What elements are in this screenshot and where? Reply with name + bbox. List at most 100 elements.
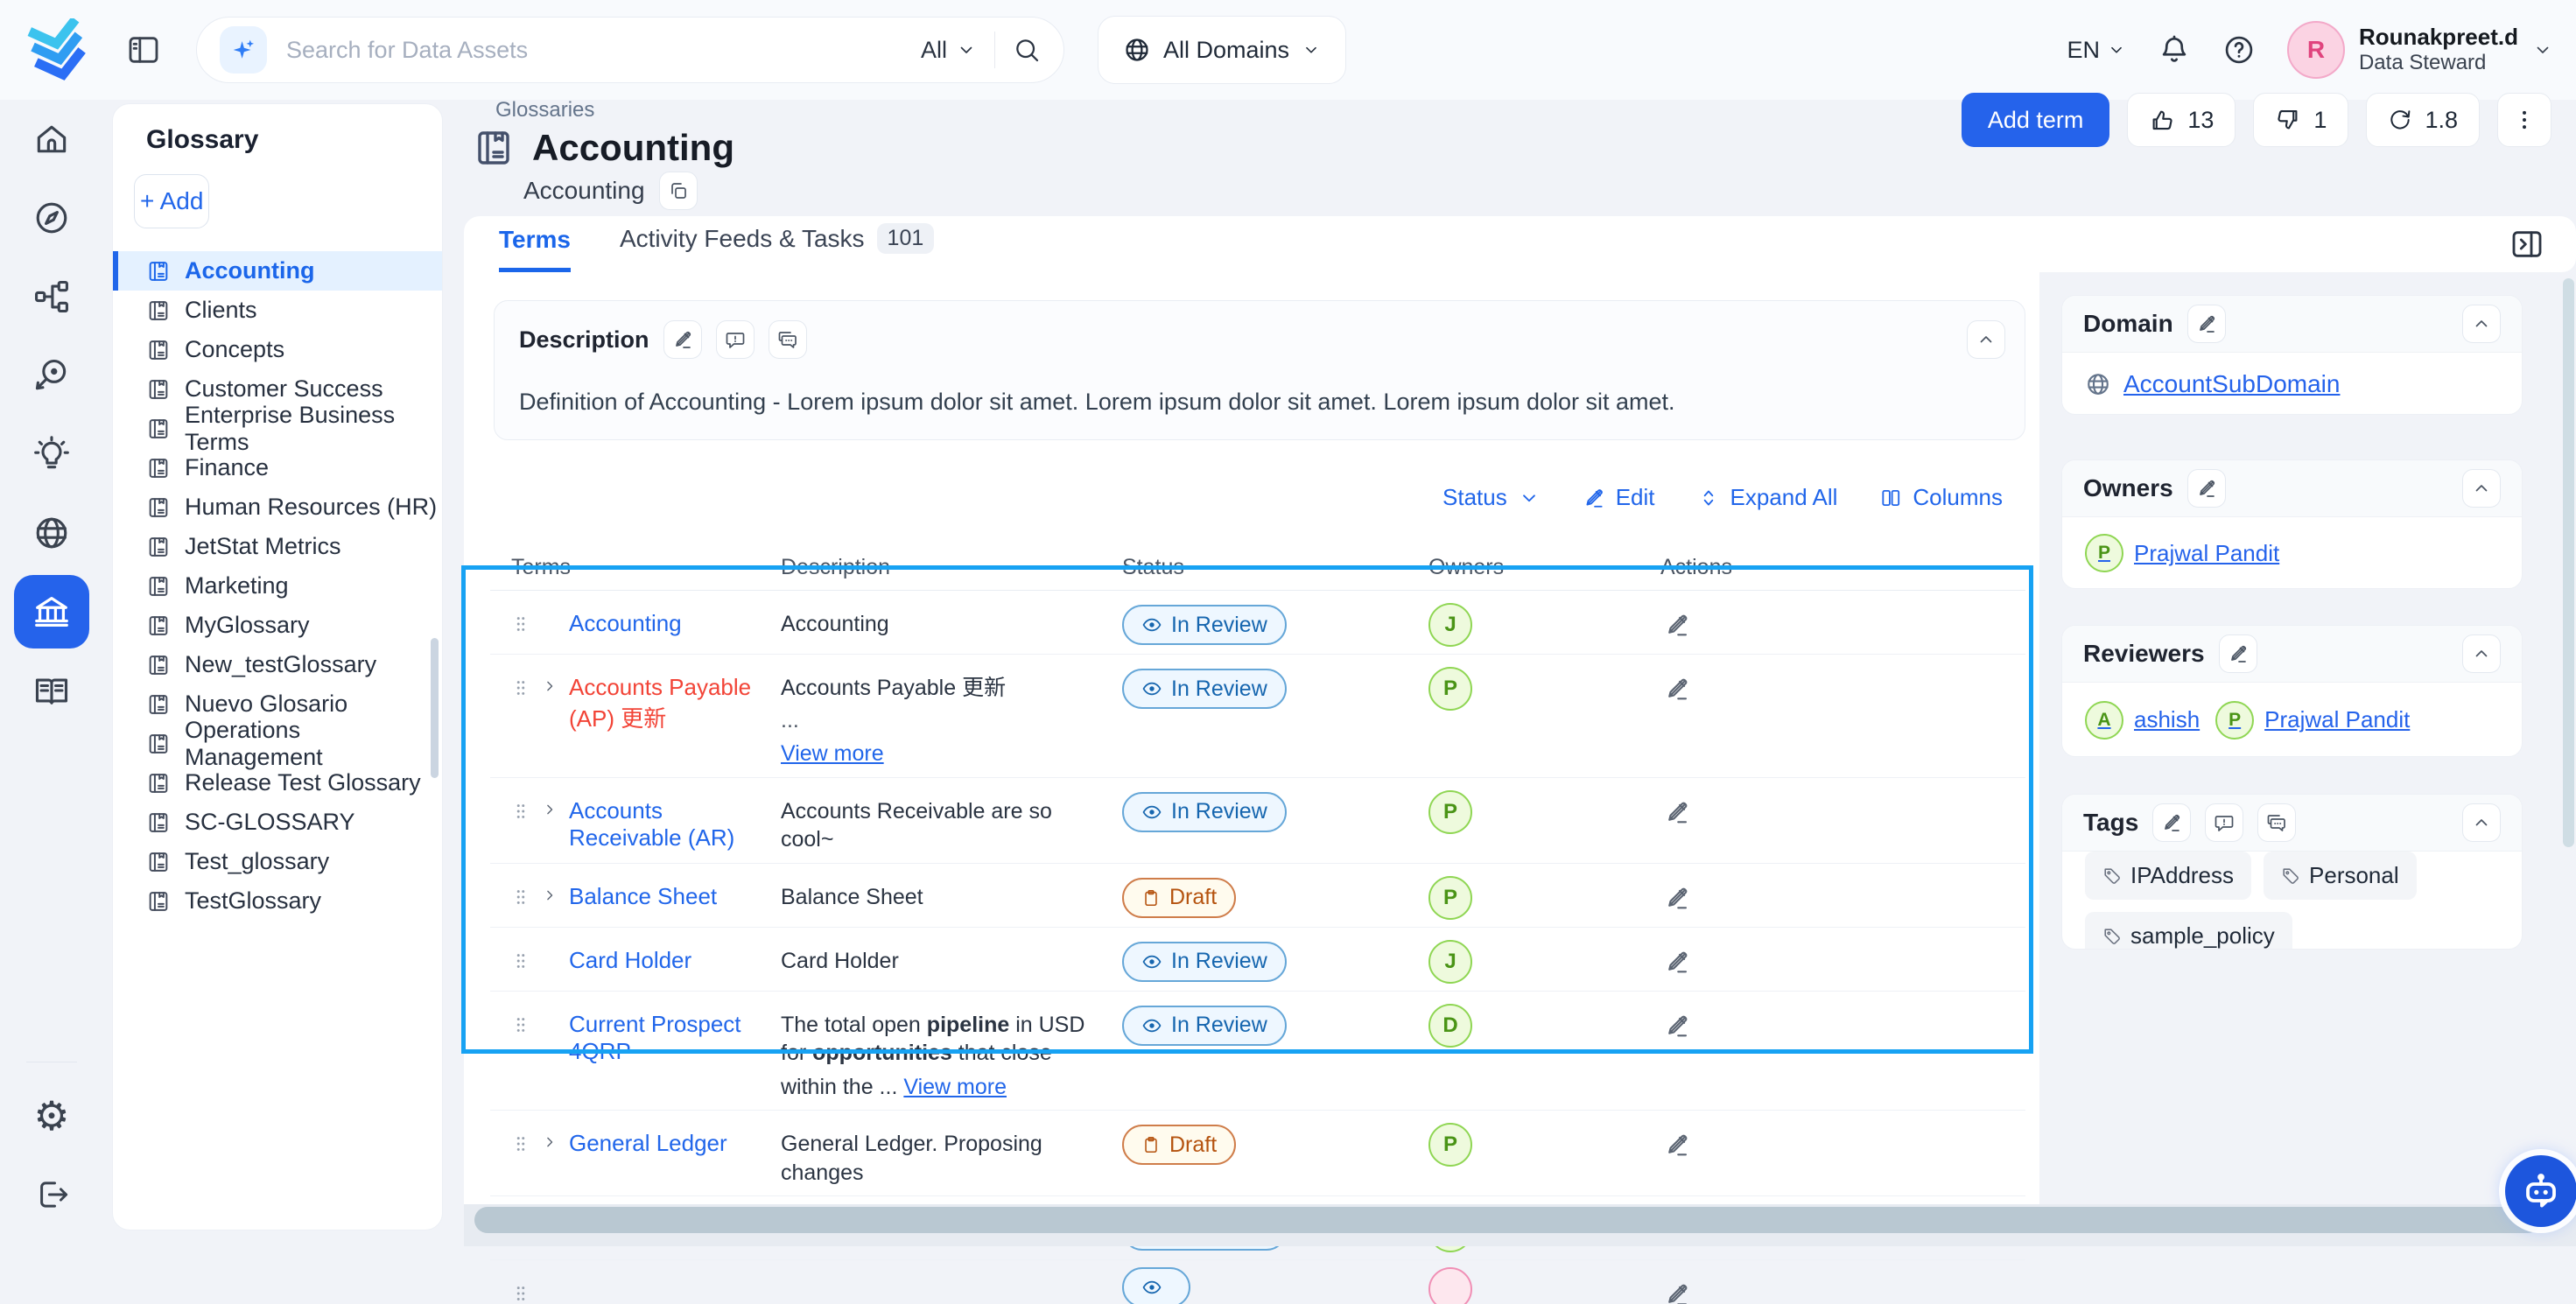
drag-handle-icon[interactable] [511,1015,530,1034]
domain-link[interactable]: AccountSubDomain [2085,370,2340,398]
term-link[interactable]: Balance Sheet [569,883,717,910]
sidebar-item-logout[interactable] [13,1155,90,1234]
expand-all-button[interactable]: Expand All [1697,484,1838,511]
search-icon[interactable] [1013,36,1041,64]
user-avatar[interactable]: R [2287,21,2345,79]
horizontal-scrollbar-thumb[interactable] [474,1207,2541,1233]
term-link[interactable]: Accounting [569,610,682,637]
version-button[interactable]: 1.8 [2366,93,2480,147]
expand-row-chevron-icon[interactable] [541,1133,558,1151]
sidebar-item-explore[interactable] [13,179,90,257]
drag-handle-icon[interactable] [511,1284,530,1303]
tab-terms[interactable]: Terms [499,226,571,272]
sidebar-item-home[interactable] [13,100,90,179]
edit-row-pencil-icon[interactable] [1664,949,1690,975]
edit-row-pencil-icon[interactable] [1664,885,1690,911]
view-more-link[interactable]: View more [781,740,884,768]
collapse-tags-button[interactable] [2462,803,2501,842]
owner-avatar[interactable]: D [1428,1004,1472,1048]
drag-handle-icon[interactable] [511,802,530,821]
edit-row-pencil-icon[interactable] [1664,1013,1690,1039]
glossary-list-item[interactable]: New_testGlossary [113,645,442,684]
owner-avatar[interactable]: P [1428,790,1472,834]
column-header-status[interactable]: Status [1122,555,1411,580]
collapse-description-button[interactable] [1967,320,2005,359]
all-domains-button[interactable]: All Domains [1098,16,1346,84]
sidebar-item-observability[interactable] [13,336,90,415]
term-link[interactable]: General Ledger [569,1130,727,1157]
term-link[interactable]: Current Prospect 4QRP [569,1011,772,1065]
sidebar-item-insights[interactable] [13,415,90,494]
expand-row-chevron-icon[interactable] [541,677,558,695]
tag-chip[interactable]: IPAddress [2085,852,2251,900]
reviewer-user-link[interactable]: A ashish [2085,701,2200,740]
sidebar-item-glossary[interactable] [14,575,89,648]
glossary-list-item[interactable]: Enterprise Business Terms [113,409,442,448]
expand-row-chevron-icon[interactable] [541,887,558,904]
reviewer-user-link[interactable]: P Prajwal Pandit [2215,701,2410,740]
owner-avatar[interactable]: P [1428,1123,1472,1167]
glossary-scrollbar-thumb[interactable] [431,638,439,778]
column-header-description[interactable]: Description [781,555,1122,580]
owner-avatar[interactable] [1428,1267,1472,1304]
glossary-list-item[interactable]: TestGlossary [113,881,442,921]
status-badge[interactable] [1122,1267,1190,1304]
owner-user-link[interactable]: P Prajwal Pandit [2085,534,2279,572]
request-tags-button[interactable] [2205,803,2243,842]
status-badge[interactable]: In Review [1122,942,1287,982]
edit-owners-button[interactable] [2187,469,2226,508]
sidebar-toggle-icon[interactable] [126,32,161,67]
owner-avatar[interactable]: P [1428,876,1472,920]
sidebar-item-settings[interactable]: ⚙ [13,1076,90,1155]
column-header-owners[interactable]: Owners [1411,555,1643,580]
ai-sparkle-icon[interactable] [220,26,267,74]
glossary-list-item[interactable]: Accounting [113,251,442,291]
language-dropdown[interactable]: EN [2067,37,2126,64]
glossary-list-item[interactable]: Operations Management [113,724,442,763]
status-badge[interactable]: Draft [1122,1125,1236,1165]
sidebar-item-lineage[interactable] [13,257,90,336]
status-badge[interactable]: In Review [1122,792,1287,832]
collapse-owners-button[interactable] [2462,469,2501,508]
edit-description-button[interactable] [663,320,702,359]
glossary-list-item[interactable]: Concepts [113,330,442,369]
edit-row-pencil-icon[interactable] [1664,1132,1690,1158]
notifications-bell-icon[interactable] [2158,33,2191,67]
status-badge[interactable]: In Review [1122,669,1287,709]
glossary-list-item[interactable]: JetStat Metrics [113,527,442,566]
request-description-button[interactable] [716,320,755,359]
upvote-button[interactable]: 13 [2127,93,2236,147]
expand-row-chevron-icon[interactable] [541,801,558,818]
glossary-list-item[interactable]: Release Test Glossary [113,763,442,803]
tags-conversations-button[interactable] [2257,803,2296,842]
copy-name-button[interactable] [659,172,698,210]
ai-chat-fab-button[interactable] [2505,1155,2576,1227]
glossary-list-item[interactable]: SC-GLOSSARY [113,803,442,842]
drag-handle-icon[interactable] [511,678,530,698]
glossary-list-item[interactable]: Finance [113,448,442,487]
add-term-button[interactable]: Add term [1962,93,2110,147]
term-link[interactable]: Card Holder [569,947,691,974]
edit-tags-button[interactable] [2152,803,2191,842]
edit-domain-button[interactable] [2187,305,2226,343]
tag-chip[interactable]: sample_policy [2085,912,2292,950]
edit-reviewers-button[interactable] [2219,634,2257,673]
drag-handle-icon[interactable] [511,887,530,907]
more-options-button[interactable] [2497,93,2551,147]
search-input[interactable] [284,36,903,65]
breadcrumb[interactable]: Glossaries [495,98,594,123]
column-header-terms[interactable]: Terms [490,555,781,580]
help-icon[interactable] [2222,33,2256,67]
column-header-actions[interactable]: Actions [1643,555,2025,580]
edit-table-button[interactable]: Edit [1583,484,1655,511]
add-glossary-button[interactable]: + Add [134,174,209,228]
edit-row-pencil-icon[interactable] [1664,1281,1690,1304]
view-more-link[interactable]: View more [903,1073,1007,1102]
glossary-list-item[interactable]: Test_glossary [113,842,442,881]
status-badge[interactable]: In Review [1122,1006,1287,1046]
owner-avatar[interactable]: J [1428,940,1472,984]
window-vertical-scrollbar[interactable] [2563,278,2574,847]
global-search-bar[interactable]: All [196,17,1064,83]
tab-activity-feeds[interactable]: Activity Feeds & Tasks 101 [620,223,934,272]
search-scope-dropdown[interactable]: All [921,37,977,64]
